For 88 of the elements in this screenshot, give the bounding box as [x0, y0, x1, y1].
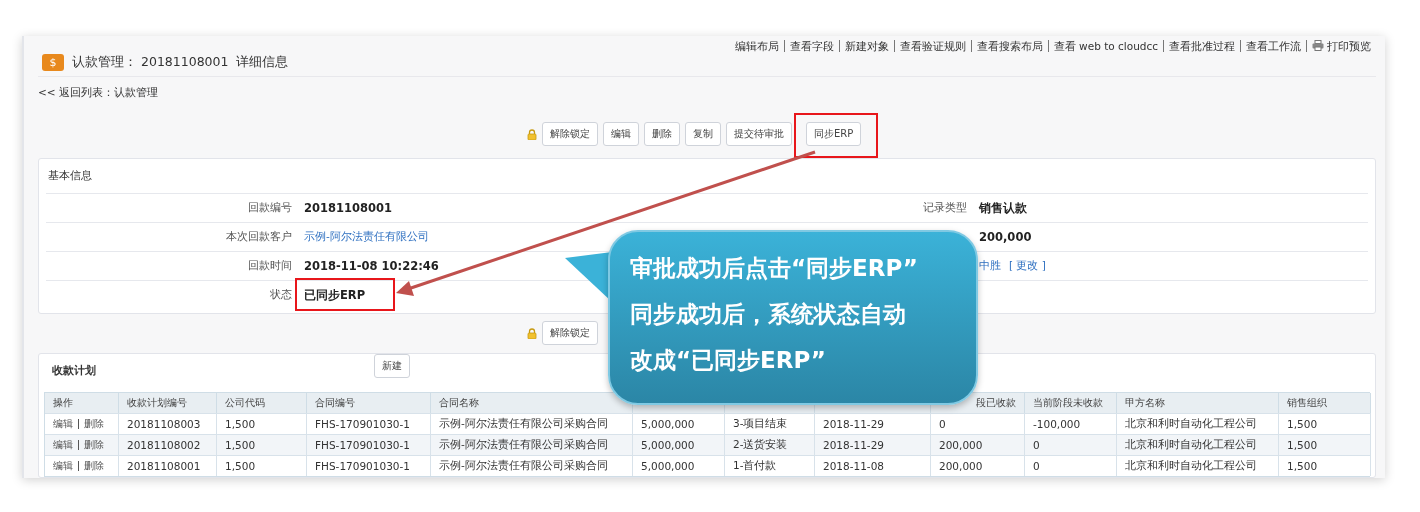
- table-cell: 1,500: [1287, 418, 1318, 430]
- field-label: 状态: [270, 288, 292, 302]
- table-cell: 3-项目结束: [733, 417, 788, 431]
- change-link[interactable]: [ 更改 ]: [1009, 259, 1046, 273]
- section-title: 基本信息: [47, 168, 93, 183]
- field-value: 已同步ERP: [304, 287, 366, 303]
- dollar-icon: $: [42, 53, 64, 71]
- action-button[interactable]: 解除锁定: [542, 122, 598, 146]
- table-cell: 200,000: [939, 460, 983, 472]
- action-button[interactable]: 提交待审批: [726, 122, 792, 146]
- edit-link[interactable]: 编辑: [53, 419, 78, 429]
- table-cell: 1,500: [1287, 460, 1318, 472]
- action-button[interactable]: 同步ERP: [806, 122, 862, 146]
- table-cell: FHS-170901030-1: [315, 418, 410, 430]
- callout-text: 同步成功后，系统状态自动: [630, 300, 907, 329]
- table-cell: 示例-阿尔法责任有限公司采购合同: [439, 438, 608, 452]
- edit-link[interactable]: 编辑: [53, 440, 78, 450]
- table-cell: 示例-阿尔法责任有限公司采购合同: [439, 459, 608, 473]
- nav-link[interactable]: 查看验证规则: [893, 39, 971, 52]
- table-cell: 2-送货安装: [733, 438, 788, 452]
- table-cell: 5,000,000: [641, 418, 695, 430]
- field-value: 2018-11-08 10:22:46: [304, 259, 439, 273]
- column-header: 公司代码: [217, 393, 307, 413]
- table-cell: 北京和利时自动化工程公司: [1125, 438, 1257, 452]
- nav-link[interactable]: 查看 web to cloudcc: [1047, 39, 1163, 52]
- action-button[interactable]: 编辑: [603, 122, 639, 146]
- field-label: 本次回款客户: [226, 230, 292, 244]
- action-button[interactable]: 复制: [685, 122, 721, 146]
- field-value: 20181108001: [304, 201, 393, 215]
- callout-text: 审批成功后点击“同步ERP”: [630, 254, 919, 283]
- table-cell: 1-首付款: [733, 459, 777, 473]
- nav-link[interactable]: 查看搜索布局: [970, 39, 1048, 52]
- field-value: 200,000: [979, 230, 1032, 244]
- section-title: 收款计划: [51, 364, 97, 378]
- column-header: 当前阶段未收款: [1025, 393, 1117, 413]
- table-cell: 1,500: [225, 439, 256, 451]
- delete-link[interactable]: 删除: [78, 461, 109, 471]
- page-title: 认款管理： 20181108001 详细信息: [72, 53, 289, 71]
- field-value[interactable]: 示例-阿尔法责任有限公司: [304, 230, 429, 244]
- table-cell: 北京和利时自动化工程公司: [1125, 417, 1257, 431]
- table-cell: 200,000: [939, 439, 983, 451]
- table-cell: 20181108002: [127, 439, 201, 451]
- table-cell: 2018-11-29: [823, 439, 885, 451]
- column-header: 合同编号: [307, 393, 431, 413]
- table-cell: FHS-170901030-1: [315, 439, 410, 451]
- nav-link[interactable]: 查看工作流: [1240, 39, 1306, 52]
- table-cell: 0: [1033, 460, 1040, 472]
- column-header: 销售组织: [1279, 393, 1371, 413]
- field-label: 回款时间: [248, 259, 292, 273]
- column-header: 合同名称: [431, 393, 633, 413]
- action-button[interactable]: 解除锁定: [542, 321, 598, 345]
- column-header: 操作: [45, 393, 119, 413]
- nav-link[interactable]: 新建对象: [838, 39, 894, 52]
- printer-icon: [1312, 40, 1324, 51]
- back-link[interactable]: << 返回列表：认款管理: [38, 86, 158, 100]
- table-cell: 2018-11-08: [823, 460, 885, 472]
- delete-link[interactable]: 删除: [78, 419, 109, 429]
- table-cell: FHS-170901030-1: [315, 460, 410, 472]
- table-cell: 北京和利时自动化工程公司: [1125, 459, 1257, 473]
- nav-link[interactable]: 打印预览: [1306, 39, 1376, 52]
- column-header: 甲方名称: [1117, 393, 1279, 413]
- table-cell: 0: [1033, 439, 1040, 451]
- table-cell: 20181108001: [127, 460, 201, 472]
- table-cell: 1,500: [225, 418, 256, 430]
- action-button[interactable]: 删除: [644, 122, 680, 146]
- table-cell: 5,000,000: [641, 460, 695, 472]
- field-value[interactable]: 中胜: [979, 259, 1001, 273]
- nav-link[interactable]: 编辑布局: [729, 39, 784, 52]
- new-button[interactable]: 新建: [374, 354, 410, 378]
- table-cell: 5,000,000: [641, 439, 695, 451]
- table-cell: 1,500: [1287, 439, 1318, 451]
- lock-icon: [527, 327, 537, 339]
- field-value: 销售认款: [979, 200, 1027, 216]
- callout-text: 改成“已同步ERP”: [630, 346, 827, 375]
- field-label: 回款编号: [248, 201, 292, 215]
- table-cell: -100,000: [1033, 418, 1081, 430]
- table-cell: 20181108003: [127, 418, 201, 430]
- edit-link[interactable]: 编辑: [53, 461, 78, 471]
- delete-link[interactable]: 删除: [78, 440, 109, 450]
- table-cell: 1,500: [225, 460, 256, 472]
- table-cell: 示例-阿尔法责任有限公司采购合同: [439, 417, 608, 431]
- column-header: 收款计划编号: [119, 393, 217, 413]
- lock-icon: [527, 128, 537, 140]
- nav-link[interactable]: 查看字段: [783, 39, 839, 52]
- field-label: 记录类型: [923, 201, 967, 215]
- table-cell: 0: [939, 418, 946, 430]
- nav-link[interactable]: 查看批准过程: [1163, 39, 1240, 52]
- table-cell: 2018-11-29: [823, 418, 885, 430]
